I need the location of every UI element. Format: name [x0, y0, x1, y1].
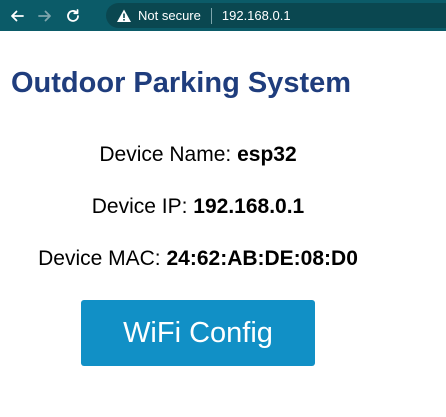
page-title: Outdoor Parking System [11, 67, 352, 99]
back-button[interactable] [6, 5, 28, 27]
device-name-label: Device Name: [99, 143, 232, 166]
warning-icon[interactable] [116, 8, 132, 24]
device-ip-row: Device IP: 192.168.0.1 [0, 195, 396, 219]
device-name-value: esp32 [237, 143, 297, 166]
device-mac-label: Device MAC: [38, 247, 161, 270]
device-mac-value: 24:62:AB:DE:08:D0 [166, 247, 358, 270]
address-bar[interactable]: Not secure 192.168.0.1 [106, 3, 446, 28]
wifi-config-button[interactable]: WiFi Config [81, 300, 315, 366]
device-mac-row: Device MAC: 24:62:AB:DE:08:D0 [0, 247, 396, 271]
device-name-row: Device Name: esp32 [0, 143, 396, 167]
device-ip-value: 192.168.0.1 [193, 195, 305, 218]
reload-icon [65, 8, 81, 24]
security-status[interactable]: Not secure [138, 8, 201, 23]
url-text[interactable]: 192.168.0.1 [222, 8, 291, 23]
browser-toolbar: Not secure 192.168.0.1 [0, 0, 446, 31]
device-ip-label: Device IP: [91, 195, 188, 218]
forward-button[interactable] [34, 5, 56, 27]
address-divider [210, 7, 212, 24]
back-arrow-icon [9, 8, 25, 24]
forward-arrow-icon [37, 8, 53, 24]
reload-button[interactable] [62, 5, 84, 27]
